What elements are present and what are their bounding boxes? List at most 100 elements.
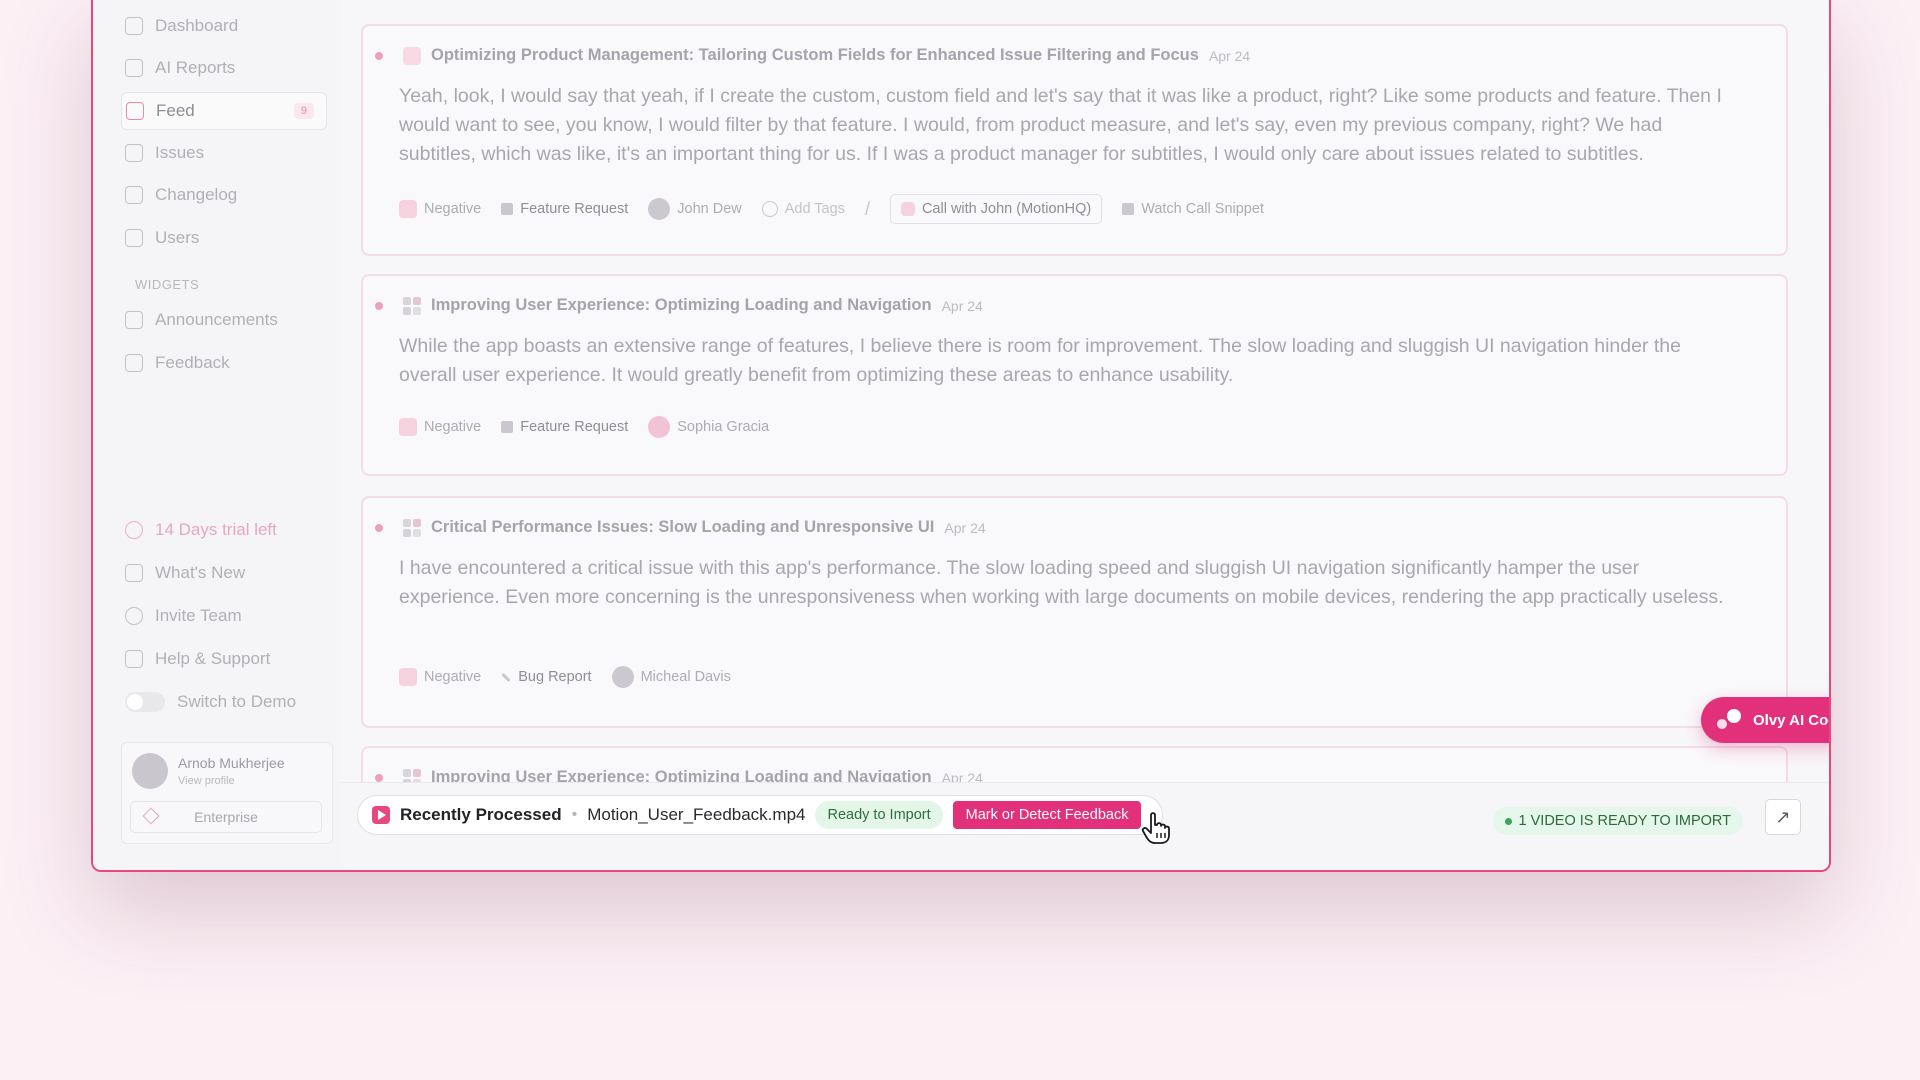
user-tag[interactable]: Sophia Gracia [648,416,769,438]
sidebar-item-whats-new[interactable]: What's New [121,555,325,591]
category-label: Feature Request [520,201,629,217]
expand-button[interactable]: ↗ [1765,799,1801,835]
sentiment-icon [399,668,417,686]
card-title[interactable]: Improving User Experience: Optimizing Lo… [431,296,932,315]
card-header: Improving User Experience: Optimizing Lo… [375,296,983,315]
box-icon [501,421,514,433]
add-tags-button[interactable]: Add Tags [761,201,845,217]
processed-filename: Motion_User_Feedback.mp4 [587,805,806,824]
sidebar-item-dashboard[interactable]: Dashboard [121,8,325,44]
diamond-icon [142,807,160,825]
sidebar-item-feedback[interactable]: Feedback [121,345,325,381]
user-plus-icon [125,607,143,625]
unread-dot [375,51,383,60]
copilot-label: Olvy AI Co-Pilot [1753,711,1829,729]
card-body: I have encountered a critical issue with… [399,557,1724,608]
slack-icon [403,296,421,315]
ready-to-import-badge: Ready to Import [815,801,943,829]
demo-toggle[interactable] [125,692,165,712]
card-tags: Negative Feature Request Sophia Gracia [399,416,769,438]
app-window: Dashboard AI Reports Feed 9 Issues Chang… [91,0,1831,872]
card-header: Critical Performance Issues: Slow Loadin… [375,518,986,537]
sidebar-item-invite-team[interactable]: Invite Team [121,598,325,634]
plan-label: Enterprise [194,809,258,825]
sentiment-label: Negative [424,201,482,217]
issues-icon [125,144,143,162]
sidebar-item-feed[interactable]: Feed 9 [121,92,327,130]
sidebar-item-label: Feed [156,101,195,120]
card-date: Apr 24 [1208,47,1251,64]
sidebar-item-issues[interactable]: Issues [121,135,325,171]
user-label: Sophia Gracia [677,419,770,435]
sidebar-item-changelog[interactable]: Changelog [121,177,325,213]
unread-dot [375,773,383,782]
feedback-card[interactable]: Optimizing Product Management: Tailoring… [361,24,1788,256]
card-tags: Negative Bug Report Micheal Davis [399,666,731,688]
sentiment-label: Negative [424,669,482,685]
card-title[interactable]: Critical Performance Issues: Slow Loadin… [431,518,934,537]
user-tag[interactable]: John Dew [648,198,742,220]
unread-dot [375,301,383,310]
call-link[interactable]: Call with John (MotionHQ) [889,194,1103,224]
feedback-card[interactable]: Critical Performance Issues: Slow Loadin… [361,496,1788,728]
card-header: Optimizing Product Management: Tailoring… [375,46,1250,65]
sidebar-item-trial[interactable]: 14 Days trial left [121,512,325,548]
sidebar: Dashboard AI Reports Feed 9 Issues Chang… [93,0,341,870]
switch-to-demo[interactable]: Switch to Demo [121,684,325,720]
category-tag[interactable]: Bug Report [501,669,592,685]
plan-button[interactable]: Enterprise [130,801,322,833]
help-icon [125,650,143,668]
sidebar-item-users[interactable]: Users [121,220,325,256]
call-label: Call with John (MotionHQ) [921,201,1092,217]
profile-card[interactable]: Arnob Mukherjee View profile Enterprise [121,742,333,844]
card-title[interactable]: Optimizing Product Management: Tailoring… [431,46,1199,65]
user-label: Micheal Davis [640,669,731,685]
mark-or-detect-feedback-button[interactable]: Mark or Detect Feedback [952,801,1142,829]
user-tag[interactable]: Micheal Davis [611,666,731,688]
card-tags: Negative Feature Request John Dew Add Ta… [399,194,1264,224]
sidebar-item-label: AI Reports [155,58,236,77]
sentiment-tag[interactable]: Negative [399,418,481,436]
clock-icon [125,521,143,539]
card-date: Apr 24 [944,519,986,536]
feedback-card[interactable]: Improving User Experience: Optimizing Lo… [361,274,1788,476]
widgets-section-label: WIDGETS [135,277,200,292]
recently-processed-label: Recently Processed [400,805,562,824]
feed-icon [126,102,144,120]
ai-copilot-button[interactable]: Olvy AI Co-Pilot [1701,697,1829,743]
category-label: Bug Report [518,669,592,685]
view-profile-link[interactable]: View profile [178,775,235,787]
sentiment-tag[interactable]: Negative [399,668,481,686]
user-avatar [648,416,671,438]
wrench-icon [501,672,511,682]
feedback-icon [125,354,143,372]
user-label: John Dew [677,201,742,217]
camera-icon [1122,203,1135,215]
user-avatar [611,666,634,688]
watch-snippet-button[interactable]: Watch Call Snippet [1122,201,1264,217]
sidebar-item-label: Changelog [155,185,238,204]
video-play-icon [372,806,390,824]
sidebar-item-help[interactable]: Help & Support [121,641,325,677]
sentiment-label: Negative [424,419,482,435]
slack-icon [403,518,421,537]
avatar [132,753,168,789]
video-source-icon [403,46,421,65]
sidebar-item-label: Users [155,228,200,247]
unread-dot [375,523,383,532]
category-tag[interactable]: Feature Request [501,419,628,435]
sidebar-item-ai-reports[interactable]: AI Reports [121,50,325,86]
sidebar-item-announcements[interactable]: Announcements [121,302,325,338]
sentiment-tag[interactable]: Negative [399,200,481,218]
sidebar-item-label: Announcements [155,310,278,329]
add-tags-label: Add Tags [784,201,845,217]
sidebar-item-label: Issues [155,143,205,162]
feed-count-badge: 9 [293,103,314,119]
hand-cursor-icon [1141,812,1170,844]
card-date: Apr 24 [941,297,983,314]
category-tag[interactable]: Feature Request [501,201,628,217]
home-icon [125,17,143,35]
recently-processed-pill: Recently Processed • Motion_User_Feedbac… [357,795,1163,835]
box-icon [501,203,514,215]
sidebar-item-label: 14 Days trial left [155,520,277,539]
